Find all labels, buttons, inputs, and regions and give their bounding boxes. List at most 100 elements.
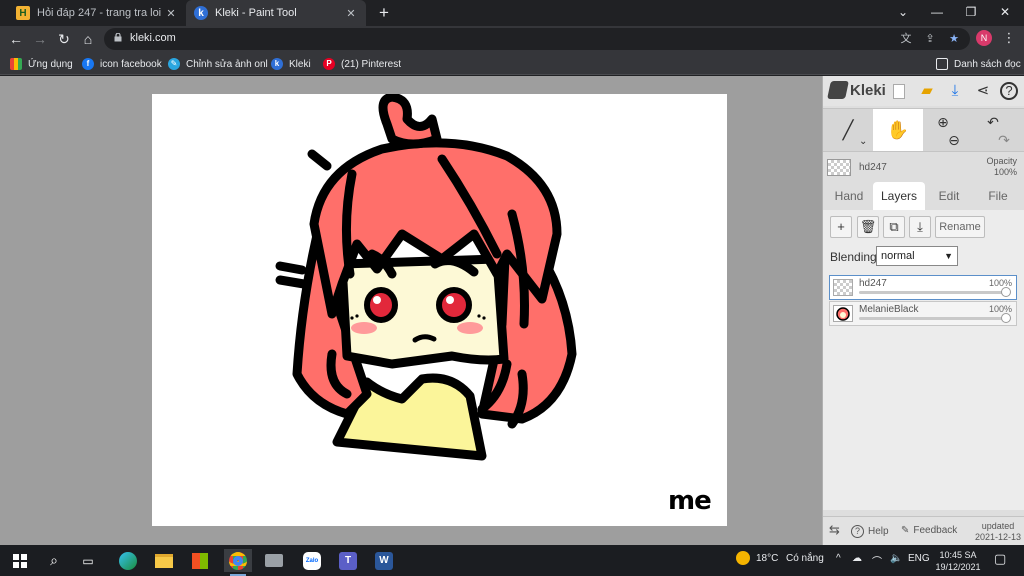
share-icon[interactable]: ⋖ — [973, 81, 993, 101]
bookmark-star-icon[interactable]: ★ — [946, 31, 962, 47]
tool-row: ╱ ⌄ ✋ ⊕ ⊖ ↶ ↷ — [823, 108, 1024, 152]
delete-layer-button[interactable]: 🗑 — [857, 216, 879, 238]
translate-icon[interactable]: 文 — [898, 31, 914, 47]
address-bar[interactable]: kleki.com 文 ⇪ ★ — [104, 28, 970, 50]
lock-icon — [114, 33, 122, 42]
tab-title: Kleki - Paint Tool — [215, 7, 297, 19]
close-icon[interactable]: ✕ — [344, 7, 358, 20]
zalo-icon[interactable]: Zalo — [298, 549, 326, 572]
tab-search-icon[interactable]: ⌄ — [886, 0, 920, 26]
share-icon[interactable]: ⇪ — [922, 31, 938, 47]
open-folder-icon[interactable]: ▰ — [917, 81, 937, 101]
bookmark-pinterest[interactable]: P (21) Pinterest — [323, 56, 401, 72]
layer-item-hd247[interactable]: hd247 100% — [829, 275, 1017, 300]
hd247-icon: H — [16, 6, 30, 20]
layer-name: MelanieBlack — [859, 304, 919, 315]
reading-list-icon — [936, 58, 948, 70]
profile-avatar[interactable]: N — [976, 30, 992, 46]
rename-layer-button[interactable]: Rename — [935, 216, 985, 238]
bookmark-kleki[interactable]: k Kleki — [271, 56, 311, 72]
bookmark-apps[interactable]: Ứng dụng — [10, 56, 73, 72]
help-label: Help — [868, 526, 889, 537]
canvas-signature: me — [668, 486, 712, 516]
swap-sides-icon[interactable]: ⇆ — [829, 522, 840, 538]
bookmark-icon-facebook[interactable]: f icon facebook — [82, 56, 162, 72]
word-icon[interactable]: W — [370, 549, 398, 572]
feedback-button[interactable]: ✎ Feedback — [901, 525, 957, 536]
help-icon[interactable]: ? — [1000, 82, 1018, 100]
store-icon[interactable] — [186, 549, 214, 572]
download-icon[interactable]: ⤓ — [945, 81, 965, 101]
home-button[interactable]: ⌂ — [78, 29, 98, 49]
wifi-icon[interactable]: ⌒ — [872, 553, 882, 568]
opacity-readout: Opacity 100% — [986, 156, 1017, 178]
restore-button[interactable]: ❐ — [954, 0, 988, 26]
history-icons: ↶ ↷ — [973, 109, 1023, 151]
layer-opacity-slider[interactable] — [859, 313, 1011, 323]
help-button[interactable]: ? Help — [851, 525, 889, 538]
layer-opacity-slider[interactable] — [859, 287, 1011, 297]
windows-start-icon[interactable] — [6, 549, 34, 572]
browser-tab-strip: H Hỏi đáp 247 - trang tra loi ✕ k Kleki … — [0, 0, 1024, 26]
duplicate-layer-button[interactable]: ⧉ — [883, 216, 905, 238]
feedback-label: Feedback — [913, 525, 958, 536]
forward-button[interactable]: → — [30, 29, 50, 49]
notifications-icon[interactable]: ▢ — [994, 551, 1006, 567]
back-button[interactable]: ← — [6, 29, 26, 49]
edge-icon[interactable] — [114, 549, 142, 572]
updated-info[interactable]: updated 2021-12-13 — [975, 521, 1021, 543]
chevron-up-icon[interactable]: ^ — [836, 553, 841, 564]
slider-handle[interactable] — [1001, 287, 1011, 297]
clock-time: 10:45 SA — [939, 550, 977, 560]
tab-file[interactable]: File — [973, 182, 1023, 210]
chrome-taskbar-icon[interactable] — [224, 549, 252, 576]
kleki-side-panel: Kleki ▰ ⤓ ⋖ ? ╱ ⌄ ✋ ⊕ ⊖ ↶ ↷ hd247 Opacity… — [822, 76, 1024, 545]
layers-pane: + 🗑 ⧉ ⤓ Rename Blending normal ▼ hd247 1… — [823, 210, 1024, 510]
redo-icon[interactable]: ↷ — [985, 131, 1023, 149]
merge-layer-button[interactable]: ⤓ — [909, 216, 931, 238]
new-image-icon[interactable] — [889, 81, 909, 101]
add-layer-button[interactable]: + — [830, 216, 852, 238]
tab-edit[interactable]: Edit — [925, 182, 973, 210]
brush-tool-icon[interactable]: ╱ ⌄ — [823, 109, 873, 151]
weather-temp[interactable]: 18°C — [756, 553, 778, 564]
close-icon[interactable]: ✕ — [164, 7, 178, 20]
drawing-canvas[interactable]: me — [152, 94, 727, 526]
camera-icon[interactable] — [260, 549, 288, 572]
language-indicator[interactable]: ENG — [908, 553, 930, 564]
bookmark-label: icon facebook — [100, 58, 162, 70]
layer-thumbnail — [833, 279, 853, 296]
panel-tabs: Hand Layers Edit File — [823, 182, 1024, 210]
tab-kleki[interactable]: k Kleki - Paint Tool ✕ — [186, 0, 366, 26]
weather-sun-icon[interactable] — [736, 551, 750, 568]
reading-list-button[interactable]: Danh sách đọc — [936, 56, 1021, 72]
layer-item-melanieblack[interactable]: MelanieBlack 100% — [829, 301, 1017, 326]
teams-icon[interactable]: T — [334, 549, 362, 572]
task-view-icon[interactable]: ▭ — [74, 549, 102, 572]
cloud-icon[interactable]: ☁ — [852, 553, 862, 564]
clock-date: 19/12/2021 — [935, 562, 981, 572]
search-icon[interactable]: ⌕ — [40, 549, 68, 572]
volume-icon[interactable]: 🔈 — [890, 553, 902, 564]
tab-hoi-dap-247[interactable]: H Hỏi đáp 247 - trang tra loi ✕ — [8, 0, 186, 26]
file-explorer-icon[interactable] — [150, 549, 178, 572]
window-close-button[interactable]: ✕ — [988, 0, 1022, 26]
blending-select[interactable]: normal ▼ — [876, 246, 958, 266]
tab-hand[interactable]: Hand — [825, 182, 873, 210]
updated-label: updated — [981, 521, 1015, 531]
minimize-button[interactable]: — — [920, 0, 954, 26]
bookmark-photo-edit[interactable]: ✎ Chỉnh sửa ảnh onl — [168, 56, 268, 72]
slider-handle[interactable] — [1001, 313, 1011, 323]
weather-desc[interactable]: Có nắng — [786, 553, 824, 564]
facebook-icon: f — [82, 58, 94, 70]
chevron-down-icon: ▼ — [944, 251, 953, 261]
tab-layers[interactable]: Layers — [873, 182, 925, 210]
zoom-out-icon[interactable]: ⊖ — [935, 131, 973, 149]
kleki-workspace[interactable]: me — [0, 76, 822, 545]
browser-menu-icon[interactable]: ⋮ — [1002, 29, 1016, 47]
kleki-logo-text: Kleki — [850, 81, 886, 99]
undo-icon[interactable]: ↶ — [963, 113, 1023, 131]
system-clock[interactable]: 10:45 SA 19/12/2021 — [930, 549, 986, 573]
reload-button[interactable]: ↻ — [54, 29, 74, 49]
new-tab-button[interactable]: + — [374, 3, 394, 23]
